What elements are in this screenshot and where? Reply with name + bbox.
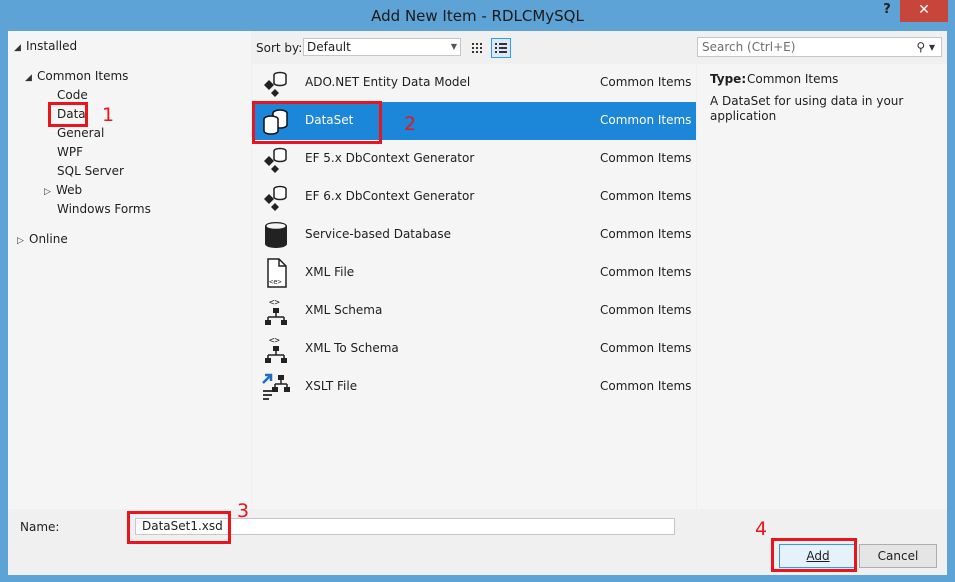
- window-title: Add New Item - RDLCMySQL: [371, 7, 584, 25]
- annotation-number: 2: [404, 113, 417, 135]
- expand-arrow-icon[interactable]: ▷: [44, 183, 56, 201]
- grid-view-button[interactable]: [467, 38, 487, 58]
- item-description: A DataSet for using data in your applica…: [710, 94, 904, 123]
- annotation-box-data: [48, 102, 88, 127]
- item-category: Common Items: [600, 303, 692, 317]
- list-view-button[interactable]: [491, 38, 511, 58]
- item-category: Common Items: [600, 151, 692, 165]
- item-name: EF 6.x DbContext Generator: [305, 189, 475, 203]
- help-button[interactable]: ?: [878, 2, 896, 22]
- tree-item-windows-forms[interactable]: Windows Forms: [57, 200, 151, 218]
- item-name: ADO.NET Entity Data Model: [305, 75, 471, 89]
- details-pane: Type: Common Items A DataSet for using d…: [697, 64, 947, 509]
- tree-item-sql-server[interactable]: SQL Server: [57, 162, 124, 180]
- list-item[interactable]: EF 6.x DbContext Generator Common Items: [252, 178, 696, 216]
- close-button[interactable]: ✕: [900, 0, 948, 22]
- tree-node-installed[interactable]: ◢ Installed: [14, 37, 77, 55]
- xslt-file-icon: [262, 373, 290, 400]
- list-item[interactable]: XSLT File Common Items: [252, 368, 696, 406]
- title-bar: Add New Item - RDLCMySQL ? ✕: [0, 0, 955, 32]
- item-name: XSLT File: [305, 379, 358, 393]
- list-item[interactable]: <e> XML File Common Items: [252, 254, 696, 292]
- dialog-body: ◢ Installed ◢ Common Items Code Data Gener…: [8, 31, 947, 575]
- collapse-arrow-icon[interactable]: ◢: [14, 39, 26, 57]
- annotation-box-add: [771, 538, 857, 572]
- list-view-icon: [495, 43, 507, 53]
- grid-view-icon: [472, 43, 482, 53]
- list-item[interactable]: Service-based Database Common Items: [252, 216, 696, 254]
- annotation-number: 4: [755, 518, 768, 540]
- svg-text:<>: <>: [269, 298, 280, 308]
- svg-text:<>: <>: [269, 336, 280, 346]
- item-category: Common Items: [600, 75, 692, 89]
- tree-node-online[interactable]: ▷ Online: [17, 230, 68, 248]
- search-input[interactable]: Search (Ctrl+E) ⚲ ▾: [697, 37, 942, 57]
- item-category: Common Items: [600, 113, 692, 127]
- name-label: Name:: [20, 520, 60, 534]
- chevron-down-icon: ▼: [450, 42, 457, 51]
- item-category: Common Items: [600, 379, 692, 393]
- sort-value: Default: [307, 40, 351, 54]
- annotation-number: 1: [102, 104, 115, 126]
- type-label: Type:: [710, 72, 747, 86]
- xml-schema-icon: <>: [265, 298, 287, 325]
- annotation-box-name: [127, 511, 231, 544]
- svg-text:<e>: <e>: [269, 278, 282, 286]
- item-category: Common Items: [600, 189, 692, 203]
- tree-node-web[interactable]: ▷ Web: [44, 181, 82, 199]
- item-category: Common Items: [600, 227, 692, 241]
- item-name: Service-based Database: [305, 227, 451, 241]
- list-item[interactable]: <> XML Schema Common Items: [252, 292, 696, 330]
- cancel-button[interactable]: Cancel: [859, 544, 937, 568]
- xml-file-icon: <e>: [267, 258, 287, 288]
- tree-node-common-items[interactable]: ◢ Common Items: [25, 67, 128, 85]
- type-value: Common Items: [747, 72, 839, 86]
- tree-item-wpf[interactable]: WPF: [57, 143, 83, 161]
- item-name: XML To Schema: [305, 341, 399, 355]
- item-name: XML File: [305, 265, 355, 279]
- sort-dropdown[interactable]: Default ▼: [303, 38, 461, 56]
- item-category: Common Items: [600, 341, 692, 355]
- expand-arrow-icon[interactable]: ▷: [17, 232, 29, 250]
- list-item[interactable]: ADO.NET Entity Data Model Common Items: [252, 64, 696, 102]
- sort-label: Sort by:: [256, 41, 303, 55]
- annotation-number: 3: [237, 500, 250, 522]
- xml-schema-icon: <>: [265, 336, 287, 363]
- item-name: XML Schema: [305, 303, 383, 317]
- collapse-arrow-icon[interactable]: ◢: [25, 69, 37, 87]
- annotation-box-dataset: [252, 101, 382, 144]
- list-item[interactable]: EF 5.x DbContext Generator Common Items: [252, 140, 696, 178]
- search-icon[interactable]: ⚲ ▾: [916, 38, 935, 56]
- search-placeholder: Search (Ctrl+E): [702, 40, 796, 54]
- ef-generator-icon: [264, 147, 287, 173]
- entity-model-icon: [264, 71, 287, 97]
- item-name: EF 5.x DbContext Generator: [305, 151, 475, 165]
- item-category: Common Items: [600, 265, 692, 279]
- template-tree: ◢ Installed ◢ Common Items Code Data Gener…: [8, 31, 251, 509]
- list-item[interactable]: <> XML To Schema Common Items: [252, 330, 696, 368]
- dialog-window: Add New Item - RDLCMySQL ? ✕ ◢ Installed …: [0, 0, 955, 582]
- database-icon: [265, 222, 287, 248]
- ef-generator-icon: [264, 185, 287, 211]
